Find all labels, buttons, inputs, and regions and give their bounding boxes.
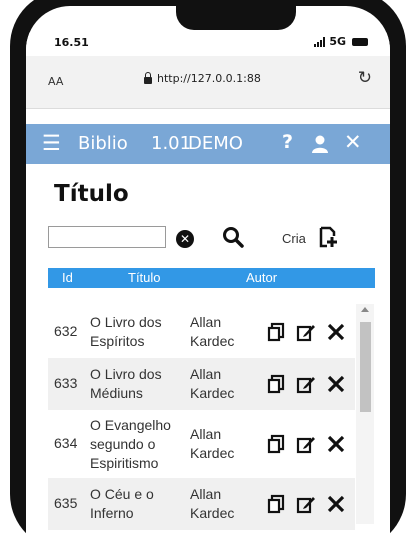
delete-icon[interactable] [326,374,346,394]
delete-icon[interactable] [326,322,346,342]
cell-author: Allan Kardec [190,425,240,463]
table-body: 632 O Livro dos Espíritos Allan Kardec 633 O L… [48,306,355,530]
cell-title: O Livro dos Espíritos [90,313,185,351]
close-icon[interactable]: ✕ [344,130,362,154]
cell-author: Allan Kardec [190,313,240,351]
app-title: Biblio [78,133,128,154]
cell-id: 634 [54,435,78,451]
app-bar: ☰ Biblio 1.01 DEMO ? ✕ [26,124,390,164]
copy-icon[interactable] [266,494,286,514]
create-label[interactable]: Cria [282,231,306,246]
cell-id: 635 [54,495,78,511]
phone-frame: 16.51 5G AA http://127.0.0.1:88 ↻ ☰ Bibl… [10,0,406,550]
copy-icon[interactable] [266,322,286,342]
cell-title: O Evangelho segundo o Espiritismo [90,416,185,473]
page-title: Título [54,181,129,207]
cell-author: Allan Kardec [190,365,240,403]
cell-title-line: Espiritismo [90,454,159,471]
delete-icon[interactable] [326,494,346,514]
app-version: 1.01 [151,133,192,154]
cell-title: O Livro dos Médiuns [90,365,185,403]
cell-author-line: Allan [190,314,222,330]
edit-icon[interactable] [296,374,316,394]
cell-title: O Céu e o Inferno [90,485,185,523]
status-bar: 16.51 5G [26,32,390,56]
cell-title-line: O Céu e o [90,486,154,502]
cell-author: Allan Kardec [190,485,240,523]
header-title[interactable]: Título [128,270,161,285]
cell-title-line: segundo o [90,435,156,452]
signal-icon [314,36,326,47]
screen: 16.51 5G AA http://127.0.0.1:88 ↻ ☰ Bibl… [26,6,390,550]
cell-id: 633 [54,375,78,391]
reload-icon[interactable]: ↻ [358,68,372,88]
battery-icon [352,37,368,46]
edit-icon[interactable] [296,434,316,454]
add-document-icon[interactable] [318,226,338,248]
address-field[interactable]: http://127.0.0.1:88 [144,72,261,85]
table-row[interactable]: 632 O Livro dos Espíritos Allan Kardec [48,306,355,358]
cell-title-line: O Evangelho [90,416,171,433]
search-input[interactable] [48,226,166,248]
notch [176,6,296,30]
cell-author-line: Allan [190,366,222,382]
lock-icon [144,72,152,84]
table-row[interactable]: 635 O Céu e o Inferno Allan Kardec [48,478,355,530]
cell-author-line: Allan [190,486,222,502]
menu-icon[interactable]: ☰ [42,131,61,155]
network-status: 5G [314,35,368,48]
cell-author-line: Kardec [190,333,235,349]
scrollbar[interactable] [356,304,374,524]
status-time: 16.51 [54,36,89,49]
cell-title-line: Médiuns [90,385,143,401]
scroll-up-arrow[interactable] [361,307,369,312]
cell-title-line: Inferno [90,505,134,521]
text-size-button[interactable]: AA [48,75,63,88]
cell-title-line: O Livro dos [90,314,162,330]
scroll-thumb[interactable] [360,322,371,412]
cell-author-line: Kardec [190,505,235,521]
cell-title-line: Espíritos [90,333,145,349]
header-id[interactable]: Id [62,270,73,285]
app-mode: DEMO [188,133,243,154]
edit-icon[interactable] [296,322,316,342]
header-author[interactable]: Autor [246,270,277,285]
delete-icon[interactable] [326,434,346,454]
table-header: Id Título Autor [48,268,375,288]
browser-url-bar: AA http://127.0.0.1:88 ↻ [26,56,390,109]
cell-author-line: Allan [190,426,222,442]
cell-title-line: O Livro dos [90,366,162,382]
help-button[interactable]: ? [282,131,293,153]
copy-icon[interactable] [266,374,286,394]
url-text: http://127.0.0.1:88 [157,72,261,85]
edit-icon[interactable] [296,494,316,514]
copy-icon[interactable] [266,434,286,454]
clear-search-icon[interactable]: ✕ [176,230,194,248]
cell-id: 632 [54,323,78,339]
network-type: 5G [329,35,346,48]
table-row[interactable]: 633 O Livro dos Médiuns Allan Kardec [48,358,355,410]
search-icon[interactable] [222,226,244,248]
user-icon[interactable] [310,134,330,154]
table-row[interactable]: 634 O Evangelho segundo o Espiritismo Allan K… [48,410,355,478]
cell-author-line: Kardec [190,445,235,461]
cell-author-line: Kardec [190,385,235,401]
